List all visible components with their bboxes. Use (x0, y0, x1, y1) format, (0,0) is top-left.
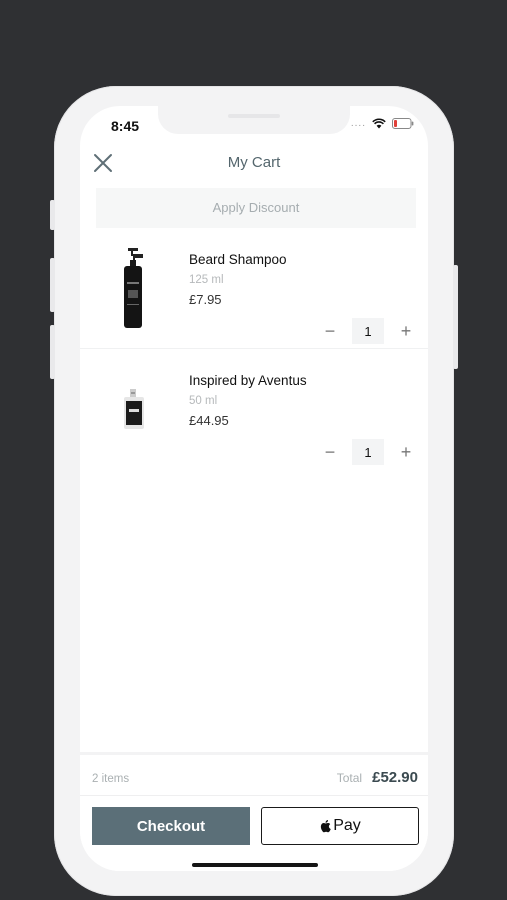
items-count: 2 items (92, 773, 130, 785)
product-price: £44.95 (189, 413, 229, 428)
divider (80, 348, 428, 349)
product-size: 50 ml (189, 395, 218, 407)
wifi-icon (372, 118, 386, 129)
quantity-value[interactable]: 1 (352, 318, 384, 344)
cart-header: My Cart (80, 146, 428, 180)
cart-item: Inspired by Aventus 50 ml £44.95 − 1 + (80, 357, 428, 478)
product-size: 125 ml (189, 274, 224, 286)
apple-icon (321, 820, 331, 833)
divider (80, 795, 428, 796)
speaker-grille (228, 114, 280, 118)
home-indicator[interactable] (192, 863, 318, 867)
quantity-stepper: − 1 + (322, 439, 414, 465)
apple-pay-label: Pay (333, 817, 361, 834)
increase-quantity-button[interactable]: + (398, 322, 414, 340)
volume-up-button (50, 258, 55, 312)
quantity-value[interactable]: 1 (352, 439, 384, 465)
apply-discount-button[interactable]: Apply Discount (96, 188, 416, 228)
perfume-bottle-image (124, 389, 144, 429)
total: Total £52.90 (337, 769, 418, 786)
status-time: 8:45 (111, 118, 140, 134)
app-screen: 8:45 .... My Cart Apply Discount Beard S… (80, 106, 428, 871)
battery-icon (392, 118, 414, 129)
product-name: Inspired by Aventus (189, 373, 307, 388)
signal-icon: .... (350, 117, 366, 129)
shampoo-bottle-image (124, 248, 143, 328)
product-price: £7.95 (189, 292, 222, 307)
cart-footer: 2 items Total £52.90 Checkout Pay (80, 752, 428, 871)
cart-item: Beard Shampoo 125 ml £7.95 − 1 + (80, 236, 428, 357)
apple-pay-button[interactable]: Pay (261, 807, 419, 845)
total-label: Total (336, 771, 363, 785)
volume-down-button (50, 325, 55, 379)
decrease-quantity-button[interactable]: − (322, 443, 338, 461)
checkout-button[interactable]: Checkout (92, 807, 250, 845)
cart-summary: 2 items Total £52.90 (92, 769, 418, 791)
total-value: £52.90 (372, 769, 418, 786)
quantity-stepper: − 1 + (322, 318, 414, 344)
power-button (453, 265, 458, 369)
product-name: Beard Shampoo (189, 252, 287, 267)
page-title: My Cart (227, 154, 281, 171)
status-icons: .... (351, 118, 414, 129)
cart-list: Beard Shampoo 125 ml £7.95 − 1 + Inspire… (80, 236, 428, 478)
decrease-quantity-button[interactable]: − (322, 322, 338, 340)
notch (158, 106, 350, 134)
mute-switch (50, 200, 55, 230)
increase-quantity-button[interactable]: + (398, 443, 414, 461)
